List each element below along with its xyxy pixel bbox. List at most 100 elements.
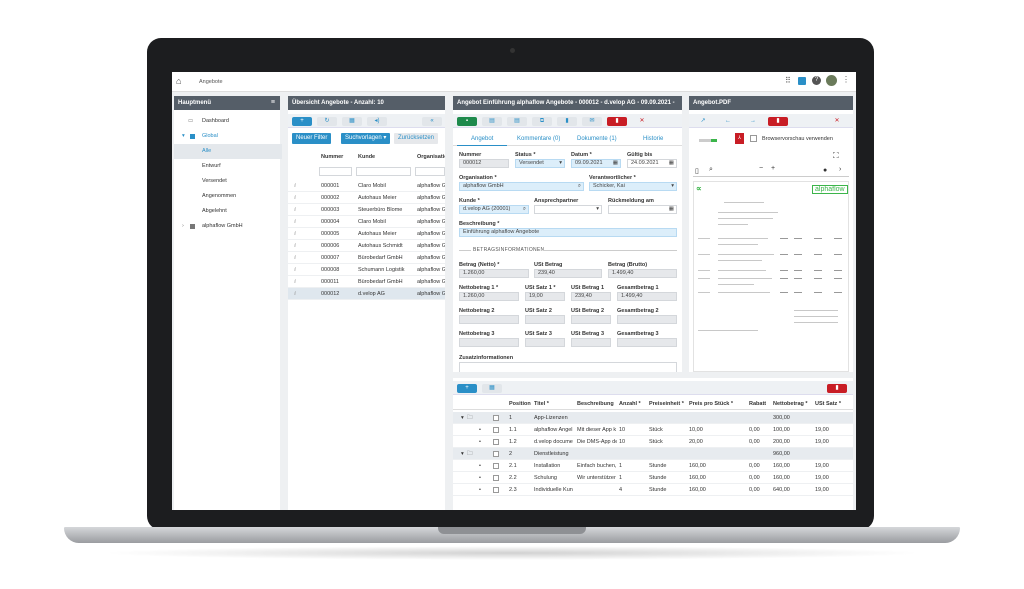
document-button[interactable]: ▤: [482, 117, 502, 126]
row-checkbox[interactable]: [493, 439, 499, 445]
sidebar-toggle-icon[interactable]: ▯: [695, 167, 699, 175]
nav-item-versendet[interactable]: Versendet: [174, 174, 282, 189]
apps-grid-icon[interactable]: ⠿: [785, 76, 791, 85]
filter-kunde-input[interactable]: [356, 167, 411, 176]
save-button[interactable]: ▪: [457, 117, 477, 126]
datum-field[interactable]: 09.09.2021 ▦: [571, 159, 621, 168]
row-checkbox[interactable]: [493, 463, 499, 469]
column-header-nummer[interactable]: Nummer: [321, 154, 343, 160]
collapse-button[interactable]: «: [422, 117, 442, 126]
row-checkbox[interactable]: [493, 475, 499, 481]
hamburger-icon[interactable]: ≡: [271, 96, 275, 110]
col-rabatt[interactable]: Rabatt: [749, 398, 766, 410]
browser-preview-checkbox[interactable]: [750, 135, 757, 142]
add-position-button[interactable]: +: [457, 384, 477, 393]
avatar[interactable]: [826, 75, 837, 86]
table-row[interactable]: • 2.2 Schulung Wir unterstützer 1 Stunde 160,0…: [453, 472, 853, 484]
col-preiseinheit[interactable]: Preiseinheit *: [649, 398, 684, 410]
filter-organisation-input[interactable]: [415, 167, 445, 176]
forward-icon[interactable]: →: [743, 117, 763, 126]
nav-dashboard[interactable]: ▭ Dashboard: [174, 114, 282, 129]
search-icon[interactable]: ⌕: [709, 166, 713, 174]
new-filter-button[interactable]: Neuer Filter: [292, 133, 332, 144]
chevron-down-icon[interactable]: ▾: [461, 448, 464, 460]
organisation-field[interactable]: alphaflow GmbH ⌕: [459, 182, 584, 191]
search-templates-button[interactable]: Suchvorlagen ▾: [341, 133, 391, 144]
gueltig-field[interactable]: 24.09.2021 ▦: [627, 159, 677, 168]
zoom-out-icon[interactable]: −: [759, 165, 763, 172]
tab-dokumente[interactable]: Dokumente (1): [577, 136, 617, 142]
table-row[interactable]: ⫽ 000003 Steuerbüro Blome alphaflow G: [288, 204, 445, 216]
gift-icon[interactable]: [798, 77, 806, 85]
search-icon[interactable]: ⌕: [578, 183, 581, 190]
nav-company[interactable]: › alphaflow GmbH: [174, 219, 282, 234]
zusatz-field[interactable]: [459, 362, 677, 372]
table-row[interactable]: • 1.2 d.velop docume Die DMS-App de 10 Stück 2…: [453, 436, 853, 448]
status-select[interactable]: Versendet ▾: [515, 159, 565, 168]
group-row[interactable]: ▾ 🗀 1 App-Lizenzen 300,00: [453, 412, 853, 424]
tab-kommentare[interactable]: Kommentare (0): [517, 136, 560, 142]
table-row[interactable]: • 2.1 Installation Einfach buchen, 1 Stunde 16…: [453, 460, 853, 472]
column-header-kunde[interactable]: Kunde: [358, 154, 375, 160]
back-icon[interactable]: ←: [718, 117, 738, 126]
next-page-icon[interactable]: ›: [839, 166, 841, 173]
table-row[interactable]: ⫽ 000006 Autohaus Schmidt alphaflow G: [288, 240, 445, 252]
audio-button[interactable]: ◂): [367, 117, 387, 126]
calendar-icon[interactable]: ▦: [669, 160, 674, 167]
refresh-button[interactable]: ↻: [317, 117, 337, 126]
zoom-in-icon[interactable]: +: [771, 165, 775, 172]
row-checkbox[interactable]: [493, 427, 499, 433]
add-button[interactable]: +: [292, 117, 312, 126]
rueckmeldung-field[interactable]: ▦: [608, 205, 677, 214]
delete-button[interactable]: ▮: [607, 117, 627, 126]
table-row[interactable]: ⫽ 000011 Bürobedarf GmbH alphaflow G: [288, 276, 445, 288]
table-row[interactable]: ⫽ 000008 Schumann Logistik alphaflow G: [288, 264, 445, 276]
mail-button[interactable]: ✉: [582, 117, 602, 126]
home-icon[interactable]: ⌂: [176, 76, 181, 86]
kunde-field[interactable]: d.velop AG (20001) ⌕: [459, 205, 529, 214]
position-table-button[interactable]: ▦: [482, 384, 502, 393]
tab-historie[interactable]: Historie: [643, 136, 663, 142]
ansprechpartner-select[interactable]: ▾: [534, 205, 602, 214]
col-titel[interactable]: Titel *: [534, 398, 549, 410]
export-button[interactable]: ▦: [342, 117, 362, 126]
nav-item-abgelehnt[interactable]: Abgelehnt: [174, 204, 282, 219]
close-icon[interactable]: ✕: [827, 117, 847, 126]
nav-item-entwurf[interactable]: Entwurf: [174, 159, 282, 174]
calendar-icon[interactable]: ▦: [669, 206, 674, 213]
chevron-down-icon[interactable]: ▾: [461, 412, 464, 424]
table-row[interactable]: ⫽ 000002 Autohaus Meier alphaflow G: [288, 192, 445, 204]
nav-item-alle[interactable]: Alle: [174, 144, 282, 159]
pdf-button[interactable]: ▤: [507, 117, 527, 126]
nav-item-angenommen[interactable]: Angenommen: [174, 189, 282, 204]
table-row[interactable]: ⫽ 000004 Claro Mobil alphaflow G: [288, 216, 445, 228]
breadcrumb[interactable]: Angebote: [199, 79, 223, 85]
table-row[interactable]: ⫽ 000005 Autohaus Meier alphaflow G: [288, 228, 445, 240]
tab-angebot[interactable]: Angebot: [471, 136, 493, 142]
more-icon[interactable]: ⋮: [842, 75, 850, 84]
row-checkbox[interactable]: [493, 451, 499, 457]
delete-pdf-button[interactable]: ▮: [768, 117, 788, 126]
col-ust-satz[interactable]: USt Satz *: [815, 398, 841, 410]
fullscreen-icon[interactable]: ⛶: [833, 151, 839, 161]
beschreibung-field[interactable]: Einführung alphaflow Angebote: [459, 228, 677, 237]
row-checkbox[interactable]: [493, 415, 499, 421]
filter-nummer-input[interactable]: [319, 167, 352, 176]
archive-button[interactable]: ▮: [557, 117, 577, 126]
comment-icon[interactable]: ●: [823, 167, 827, 174]
table-row[interactable]: ⫽ 000007 Bürobedarf GmbH alphaflow G: [288, 252, 445, 264]
col-preis[interactable]: Preis pro Stück *: [689, 398, 733, 410]
col-position[interactable]: Position: [509, 398, 531, 410]
calendar-icon[interactable]: ▦: [613, 160, 618, 167]
close-icon[interactable]: ✕: [632, 117, 652, 126]
delete-position-button[interactable]: ▮: [827, 384, 847, 393]
col-nettobetrag[interactable]: Nettobetrag *: [773, 398, 808, 410]
nav-global[interactable]: ▾ Global: [174, 129, 282, 144]
verantwortlicher-select[interactable]: Schicker, Kai ▾: [589, 182, 677, 191]
table-row[interactable]: • 1.1 alphaflow Angel Mit dieser App k 10 Stü…: [453, 424, 853, 436]
col-beschreibung[interactable]: Beschreibung: [577, 398, 614, 410]
copy-button[interactable]: ⧉: [532, 117, 552, 126]
col-anzahl[interactable]: Anzahl *: [619, 398, 641, 410]
table-row[interactable]: • 2.3 Individuelle Kun 4 Stunde 160,00 0,00 640…: [453, 484, 853, 496]
table-row[interactable]: ⫽ 000012 d.velop AG alphaflow G: [288, 288, 445, 300]
